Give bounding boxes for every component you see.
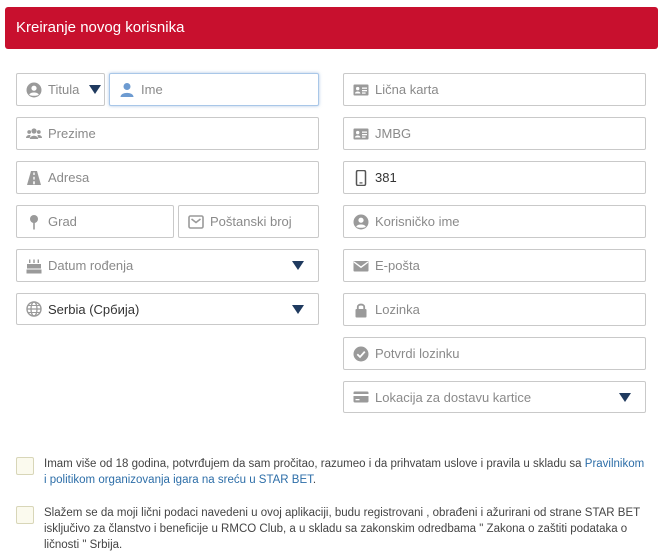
- email-placeholder: E-pošta: [375, 258, 420, 273]
- pin-icon: [26, 214, 42, 230]
- mail-box-icon: [188, 214, 204, 230]
- chevron-down-icon: [619, 393, 631, 402]
- globe-icon: [26, 301, 42, 317]
- credit-card-icon: [353, 389, 369, 405]
- jmbg-placeholder: JMBG: [375, 126, 412, 141]
- last-name-placeholder: Prezime: [48, 126, 96, 141]
- mobile-phone-icon: [353, 169, 369, 186]
- check-circle-icon: [353, 346, 369, 362]
- username-field[interactable]: Korisničko ime: [343, 205, 646, 238]
- card-location-select[interactable]: Lokacija za dostavu kartice: [343, 381, 646, 413]
- cake-icon: [26, 258, 42, 274]
- chevron-down-icon: [89, 85, 101, 94]
- id-card-field[interactable]: Lična karta: [343, 73, 646, 106]
- privacy-consent-text: Slažem se da moji lični podaci navedeni …: [44, 507, 640, 551]
- phone-field[interactable]: 381: [343, 161, 646, 194]
- road-icon: [26, 170, 42, 186]
- card-location-placeholder: Lokacija za dostavu kartice: [375, 389, 532, 405]
- password-placeholder: Lozinka: [375, 302, 420, 317]
- last-name-field[interactable]: Prezime: [16, 117, 319, 150]
- users-icon: [26, 126, 42, 142]
- page-header: Kreiranje novog korisnika: [5, 7, 658, 49]
- user-circle-icon: [353, 214, 369, 230]
- country-select[interactable]: Serbia (Србија): [16, 293, 319, 325]
- user-icon: [119, 82, 135, 98]
- age-consent-checkbox[interactable]: [16, 457, 34, 475]
- email-field[interactable]: E-pošta: [343, 249, 646, 282]
- postal-code-placeholder: Poštanski broj: [210, 214, 292, 229]
- birthdate-select[interactable]: Datum rođenja: [16, 249, 319, 282]
- envelope-icon: [353, 258, 369, 274]
- city-placeholder: Grad: [48, 214, 77, 229]
- lock-icon: [353, 302, 369, 318]
- user-circle-icon: [26, 82, 42, 98]
- phone-value: 381: [375, 170, 397, 185]
- title-select-label: Titula: [48, 82, 80, 97]
- id-card-icon: [353, 82, 369, 98]
- postal-code-field[interactable]: Poštanski broj: [178, 205, 319, 238]
- chevron-down-icon: [292, 261, 304, 270]
- birthdate-placeholder: Datum rođenja: [48, 258, 134, 273]
- address-field[interactable]: Adresa: [16, 161, 319, 194]
- privacy-consent-checkbox[interactable]: [16, 506, 34, 524]
- confirm-password-field[interactable]: Potvrdi lozinku: [343, 337, 646, 370]
- title-select[interactable]: Titula: [16, 73, 105, 106]
- jmbg-field[interactable]: JMBG: [343, 117, 646, 150]
- age-consent-text: Imam više od 18 godina, potvrđujem da sa…: [44, 458, 645, 486]
- first-name-field[interactable]: Ime: [109, 73, 319, 106]
- confirm-password-placeholder: Potvrdi lozinku: [375, 346, 460, 361]
- page-title: Kreiranje novog korisnika: [16, 19, 185, 36]
- chevron-down-icon: [292, 305, 304, 314]
- first-name-placeholder: Ime: [141, 82, 163, 97]
- city-field[interactable]: Grad: [16, 205, 174, 238]
- username-placeholder: Korisničko ime: [375, 214, 460, 229]
- id-card-icon: [353, 126, 369, 142]
- address-placeholder: Adresa: [48, 170, 90, 185]
- id-card-placeholder: Lična karta: [375, 82, 439, 97]
- password-field[interactable]: Lozinka: [343, 293, 646, 326]
- country-value: Serbia (Србија): [48, 301, 140, 317]
